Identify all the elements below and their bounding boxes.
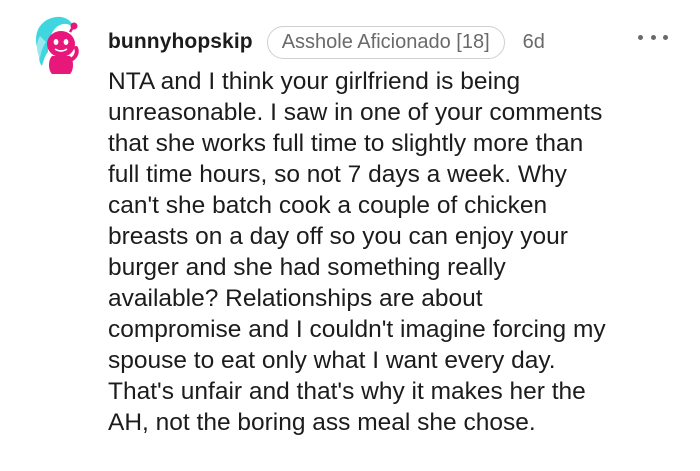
user-flair: Asshole Aficionado [18] — [266, 25, 505, 59]
more-horizontal-icon[interactable] — [638, 30, 668, 44]
comment-body-line: AH, not the boring ass meal she chose. — [108, 409, 536, 436]
comment-body-line: available? Relationships are about — [108, 285, 483, 312]
comment-body-line: burger and she had something really — [108, 254, 506, 281]
comment-body-line: NTA and I think your girlfriend is being — [108, 68, 521, 95]
comment-body-line: compromise and I couldn't imagine forcin… — [108, 316, 606, 343]
comment-body-line: spouse to eat only what I want every day… — [108, 347, 556, 374]
username-link[interactable]: bunnyhopskip — [108, 30, 253, 54]
comment-body-line: breasts on a day off so you can enjoy yo… — [108, 223, 568, 250]
comment-body-line: That's unfair and that's why it makes he… — [108, 378, 586, 405]
comment-body: NTA and I think your girlfriend is being… — [108, 66, 688, 438]
more-dot — [663, 34, 668, 40]
comment-body-line: unreasonable. I saw in one of your comme… — [108, 99, 603, 126]
comment-age: 6d — [522, 30, 545, 53]
comment: bunnyhopskip Asshole Aficionado [18] 6d … — [0, 0, 700, 471]
more-dot — [650, 34, 656, 40]
snoo-avatar-icon[interactable] — [30, 12, 86, 78]
comment-header: bunnyhopskip Asshole Aficionado [18] 6d — [108, 24, 545, 60]
comment-body-line: can't she batch cook a couple of chicken — [108, 192, 548, 219]
comment-body-line: that she works full time to slightly mor… — [108, 130, 584, 157]
more-dot — [638, 34, 643, 40]
comment-body-line: full time hours, so not 7 days a week. W… — [108, 161, 567, 188]
